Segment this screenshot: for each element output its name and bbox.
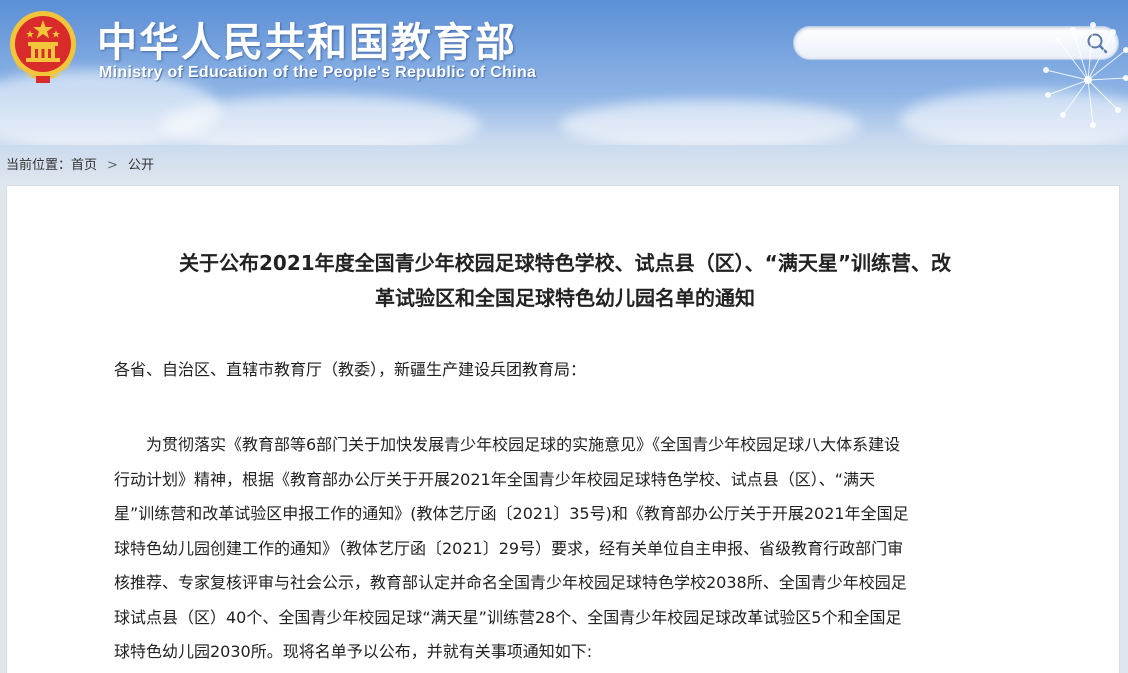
article-title: 关于公布2021年度全国青少年校园足球特色学校、试点县（区）、“满天星”训练营、…	[115, 246, 1015, 316]
paragraph-line: 球特色幼儿园创建工作的通知》（教体艺厅函〔2021〕29号）要求，经有关单位自主…	[114, 538, 904, 558]
site-header: 中华人民共和国教育部 Ministry of Education of the …	[0, 0, 1128, 145]
dandelion-decoration-icon	[1043, 22, 1128, 128]
paragraph-line: 球特色幼儿园2030所。现将名单予以公布，并就有关事项通知如下:	[114, 642, 593, 661]
paragraph-line: 球试点县（区）40个、全国青少年校园足球“满天星”训练营28个、全国青少年校园足…	[114, 607, 902, 627]
breadcrumb-label: 当前位置：	[6, 158, 72, 173]
site-title: 中华人民共和国教育部	[97, 20, 517, 66]
article-title-line: 革试验区和全国足球特色幼儿园名单的通知	[375, 286, 755, 310]
page: 中华人民共和国教育部 Ministry of Education of the …	[0, 0, 1128, 673]
breadcrumb: 当前位置：首页 > 公开	[6, 154, 154, 173]
article-paragraph: 为贯彻落实《教育部等6部门关于加快发展青少年校园足球的实施意见》《全国青少年校园…	[114, 428, 1016, 670]
paragraph-line: 为贯彻落实《教育部等6部门关于加快发展青少年校园足球的实施意见》《全国青少年校园…	[146, 435, 901, 454]
paragraph-line: 行动计划》精神，根据《教育部办公厅关于开展2021年全国青少年校园足球特色学校、…	[114, 469, 876, 489]
breadcrumb-separator: >	[107, 158, 118, 173]
breadcrumb-item-public[interactable]: 公开	[128, 158, 154, 173]
site-subtitle: Ministry of Education of the People's Re…	[99, 64, 537, 81]
cloud-decoration	[160, 95, 480, 145]
cloud-decoration	[560, 100, 860, 145]
national-emblem-icon	[10, 11, 76, 83]
breadcrumb-item-home[interactable]: 首页	[71, 158, 97, 173]
article-salutation: 各省、自治区、直辖市教育厅（教委），新疆生产建设兵团教育局：	[114, 360, 587, 379]
article-container: 关于公布2021年度全国青少年校园足球特色学校、试点县（区）、“满天星”训练营、…	[6, 185, 1120, 673]
paragraph-line: 星”训练营和改革试验区申报工作的通知》(教体艺厅函〔2021〕35号)和《教育部…	[114, 504, 909, 523]
paragraph-line: 核推荐、专家复核评审与社会公示，教育部认定并命名全国青少年校园足球特色学校203…	[114, 573, 907, 592]
article-title-line: 关于公布2021年度全国青少年校园足球特色学校、试点县（区）、“满天星”训练营、…	[179, 251, 951, 275]
